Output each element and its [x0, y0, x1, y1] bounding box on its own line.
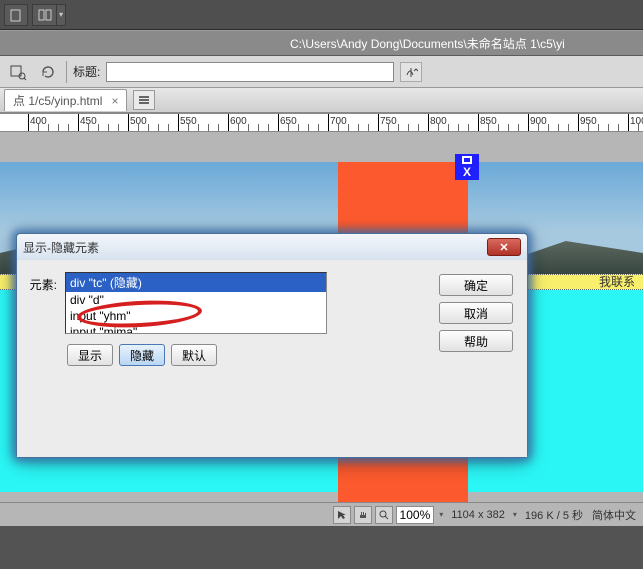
element-marker[interactable]: X [455, 154, 479, 180]
chevron-down-icon: ▾ [56, 4, 66, 26]
divider [66, 61, 67, 83]
zoom-tool-button[interactable] [375, 506, 393, 524]
toolbar-new-button[interactable] [4, 4, 28, 26]
list-item[interactable]: input "mima" [66, 324, 326, 334]
filesize-time: 196 K / 5 秒 [522, 507, 586, 523]
tab-options-button[interactable] [133, 90, 155, 110]
close-icon[interactable]: × [111, 94, 118, 108]
canvas-dimensions: 1104 x 382 [448, 509, 508, 521]
document-tab-label: 点 1/c5/yinp.html [13, 94, 102, 108]
dialog-titlebar[interactable]: 显示-隐藏元素 ✕ [17, 234, 527, 260]
list-item[interactable]: div "tc" (隐藏) [66, 273, 326, 292]
show-button[interactable]: 显示 [67, 344, 113, 366]
marker-label: X [463, 165, 471, 179]
ime-button[interactable] [400, 62, 422, 82]
dialog-close-button[interactable]: ✕ [487, 238, 521, 256]
cancel-button[interactable]: 取消 [439, 302, 513, 324]
elements-label: 元素: [27, 272, 57, 334]
marker-icon [462, 156, 472, 164]
encoding-label: 简体中文 [589, 507, 639, 523]
zoom-level-field[interactable]: 100% [396, 506, 435, 524]
yellow-strip-text: 我联系 [599, 275, 635, 289]
document-path-bar: C:\Users\Andy Dong\Documents\未命名站点 1\c5\… [0, 30, 643, 56]
inspect-button[interactable] [6, 61, 30, 83]
toolbar-layout-dropdown[interactable]: ▾ [32, 4, 66, 26]
title-label: 标题: [73, 63, 100, 80]
document-path-text: C:\Users\Andy Dong\Documents\未命名站点 1\c5\… [290, 37, 565, 51]
title-input[interactable] [106, 62, 394, 82]
chevron-down-icon[interactable]: ▾ [437, 510, 445, 519]
list-item[interactable]: div "d" [66, 292, 326, 308]
hide-button[interactable]: 隐藏 [119, 344, 165, 366]
elements-listbox[interactable]: div "tc" (隐藏)div "d"input "yhm"input "mi… [65, 272, 327, 334]
default-button[interactable]: 默认 [171, 344, 217, 366]
list-item[interactable]: input "yhm" [66, 308, 326, 324]
help-button[interactable]: 帮助 [439, 330, 513, 352]
title-toolbar: 标题: [0, 56, 643, 88]
chevron-down-icon[interactable]: ▾ [511, 510, 519, 519]
bottom-panel [0, 526, 643, 569]
hand-tool-button[interactable] [354, 506, 372, 524]
selector-tool-button[interactable] [333, 506, 351, 524]
document-tab-row: 点 1/c5/yinp.html × [0, 88, 643, 114]
app-toolbar: ▾ [0, 0, 643, 30]
refresh-button[interactable] [36, 61, 60, 83]
status-bar: 100% ▾ 1104 x 382 ▾ 196 K / 5 秒 简体中文 [0, 502, 643, 526]
horizontal-ruler: 4004505005506006507007508008509009501000 [0, 114, 643, 132]
document-tab[interactable]: 点 1/c5/yinp.html × [4, 89, 127, 111]
dialog-title-text: 显示-隐藏元素 [23, 239, 99, 256]
show-hide-elements-dialog: 显示-隐藏元素 ✕ 元素: div "tc" (隐藏)div "d"input … [16, 233, 528, 458]
ok-button[interactable]: 确定 [439, 274, 513, 296]
zoom-value: 100% [400, 508, 431, 522]
